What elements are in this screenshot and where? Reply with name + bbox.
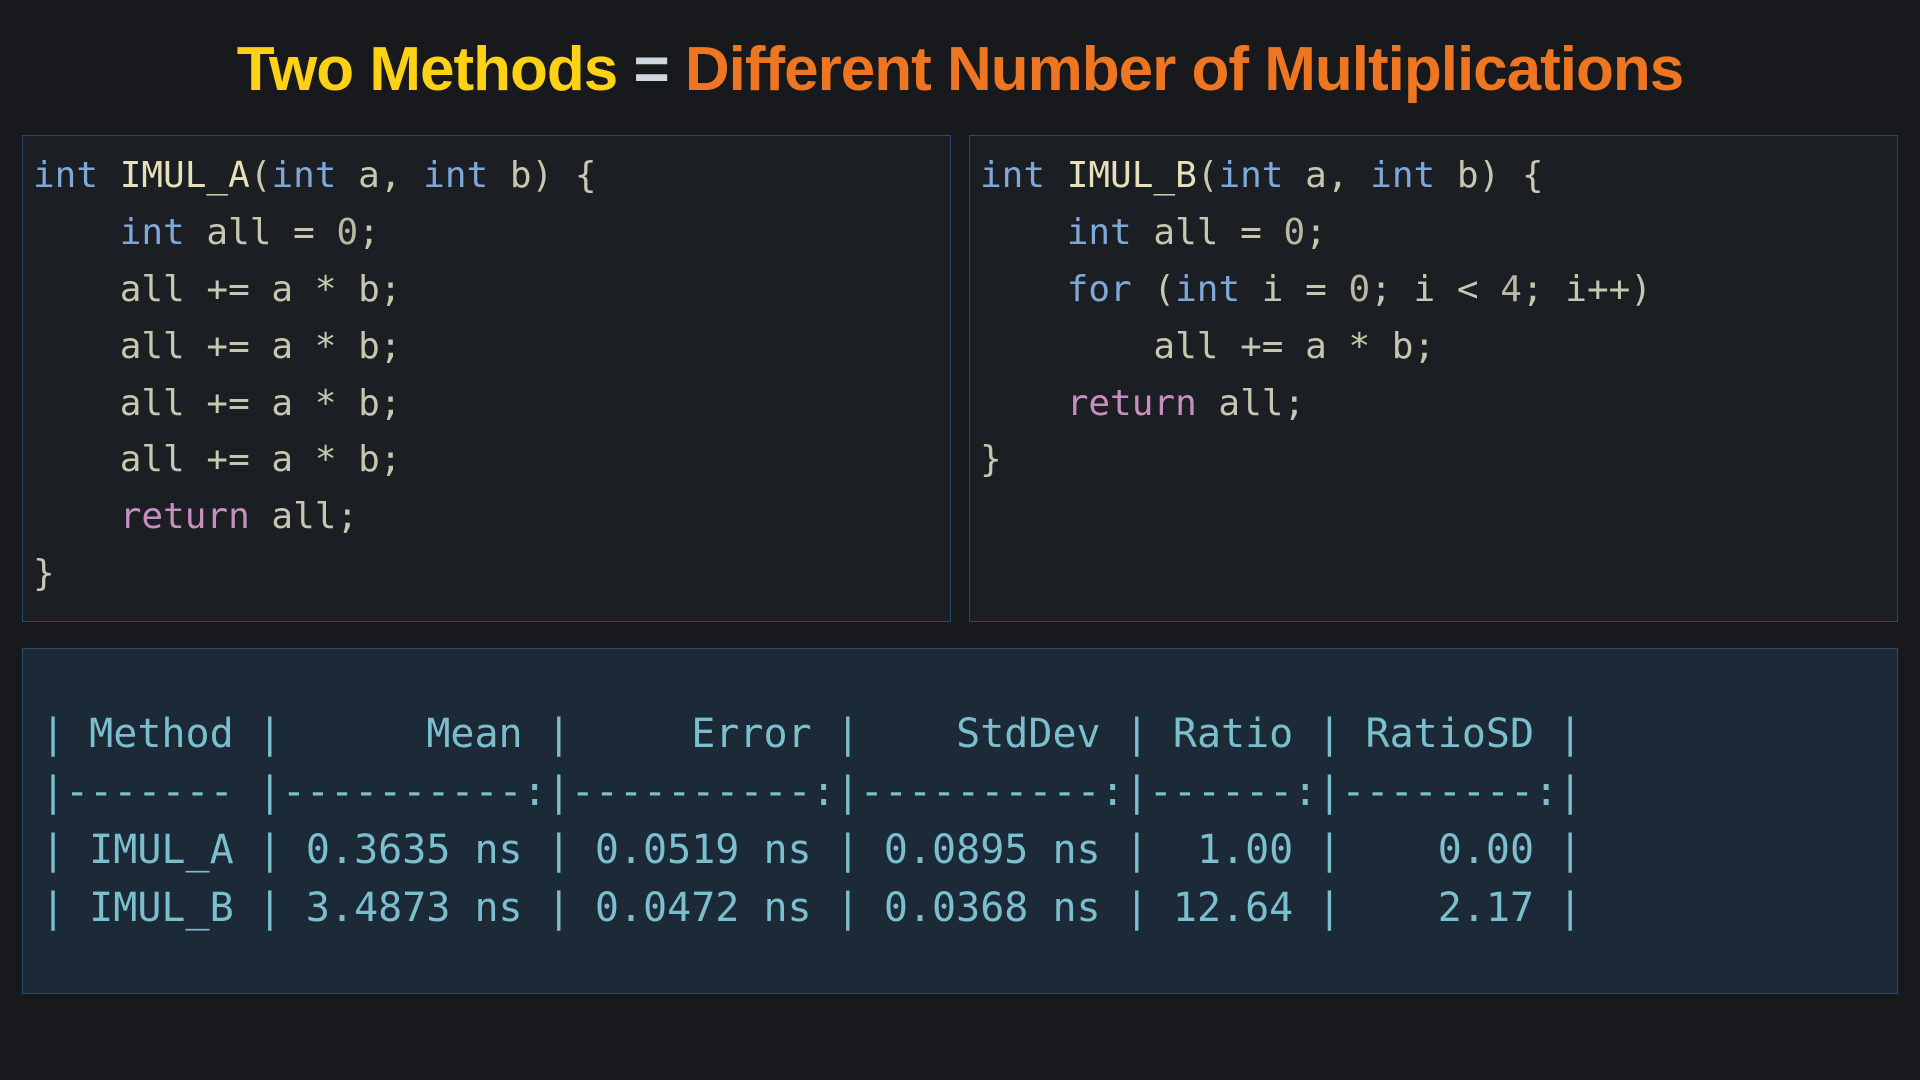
benchmark-table: | Method | Mean | Error | StdDev | Ratio… — [41, 705, 1879, 937]
code-token: int — [1370, 155, 1435, 196]
code-token: int — [271, 155, 336, 196]
code-token: a, — [336, 155, 423, 196]
code-token: all = — [185, 212, 337, 253]
code-token — [980, 269, 1067, 310]
code-token: b) { — [1435, 155, 1543, 196]
code-token: int — [423, 155, 488, 196]
code-token: IMUL_B — [1045, 155, 1197, 196]
code-line: } — [980, 439, 1002, 480]
code-line: all += a * b; — [33, 383, 401, 424]
code-token: int — [33, 155, 98, 196]
code-token: all; — [250, 496, 358, 537]
code-token: int — [1218, 155, 1283, 196]
bench-header: | Method | Mean | Error | StdDev | Ratio… — [41, 711, 1582, 757]
code-token: return — [120, 496, 250, 537]
code-token: ; — [358, 212, 380, 253]
code-token: int — [1067, 212, 1132, 253]
code-token: int — [980, 155, 1045, 196]
code-box-imul-a: int IMUL_A(int a, int b) { int all = 0; … — [22, 135, 951, 622]
code-token: ; — [1305, 212, 1327, 253]
code-token: i = — [1240, 269, 1348, 310]
code-token: b) { — [488, 155, 596, 196]
code-token: ( — [1197, 155, 1219, 196]
code-token: int — [1175, 269, 1240, 310]
code-token — [980, 212, 1067, 253]
code-token: 4 — [1500, 269, 1522, 310]
code-token: ; i++) — [1522, 269, 1652, 310]
code-line: all += a * b; — [33, 439, 401, 480]
code-token: ; i < — [1370, 269, 1500, 310]
code-box-imul-b: int IMUL_B(int a, int b) { int all = 0; … — [969, 135, 1898, 622]
benchmark-box: | Method | Mean | Error | StdDev | Ratio… — [22, 648, 1898, 994]
title-equals: = — [617, 35, 685, 104]
code-line: } — [33, 553, 55, 594]
bench-row-imul-a: | IMUL_A | 0.3635 ns | 0.0519 ns | 0.089… — [41, 827, 1582, 873]
code-token: ( — [1132, 269, 1175, 310]
code-columns: int IMUL_A(int a, int b) { int all = 0; … — [20, 135, 1900, 622]
code-token: return — [1067, 383, 1197, 424]
code-token — [33, 496, 120, 537]
code-token — [980, 383, 1067, 424]
code-token: 0 — [1349, 269, 1371, 310]
code-token: all = — [1132, 212, 1284, 253]
code-token — [33, 212, 120, 253]
code-token: 0 — [336, 212, 358, 253]
code-token: a, — [1283, 155, 1370, 196]
code-token: for — [1067, 269, 1132, 310]
code-line: all += a * b; — [33, 269, 401, 310]
code-token: 0 — [1283, 212, 1305, 253]
bench-separator: |------- |----------:|----------:|------… — [41, 769, 1582, 815]
code-imul-b: int IMUL_B(int a, int b) { int all = 0; … — [980, 148, 1887, 489]
code-token: all; — [1197, 383, 1305, 424]
code-token: int — [120, 212, 185, 253]
code-token: IMUL_A — [98, 155, 250, 196]
code-token: ( — [250, 155, 272, 196]
bench-row-imul-b: | IMUL_B | 3.4873 ns | 0.0472 ns | 0.036… — [41, 885, 1582, 931]
title-part1: Two Methods — [237, 35, 617, 104]
code-line: all += a * b; — [33, 326, 401, 367]
code-imul-a: int IMUL_A(int a, int b) { int all = 0; … — [33, 148, 940, 603]
code-line: all += a * b; — [980, 326, 1435, 367]
slide: Two Methods = Different Number of Multip… — [0, 0, 1920, 1080]
title-part2: Different Number of Multiplications — [685, 35, 1683, 104]
slide-title: Two Methods = Different Number of Multip… — [20, 34, 1900, 105]
